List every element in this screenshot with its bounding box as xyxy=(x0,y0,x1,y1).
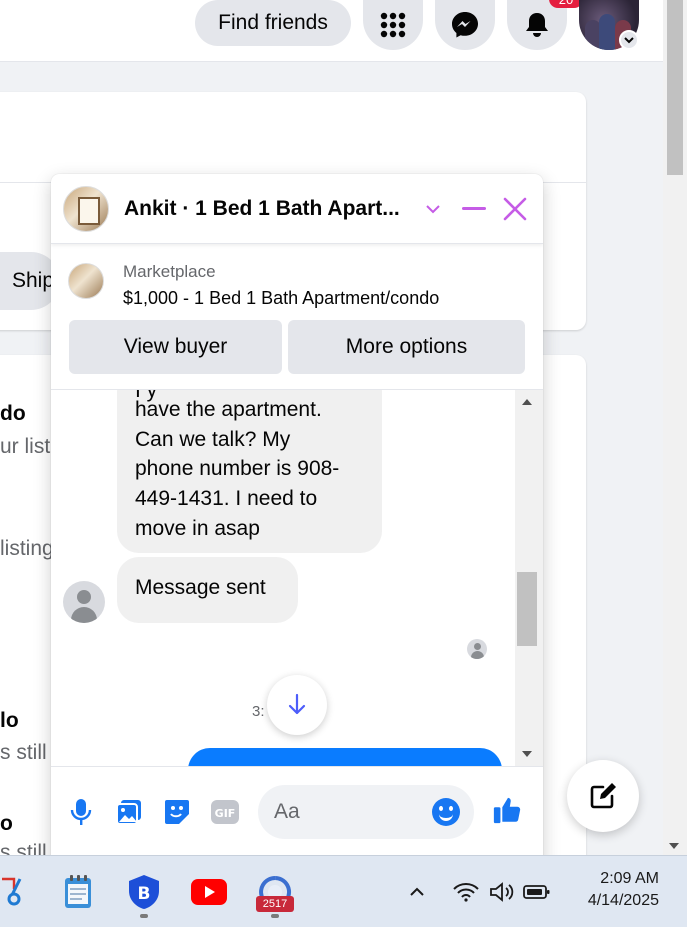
listing-title-partial: do xyxy=(0,402,26,425)
messenger-button[interactable] xyxy=(435,0,495,50)
notepad-app-icon[interactable] xyxy=(60,874,96,910)
message-list[interactable]: I y have the apartment. Can we talk? My … xyxy=(51,390,543,766)
message-line: 449-1431. I need to xyxy=(135,487,318,510)
chat-window: Ankit · 1 Bed 1 Bath Apart... Marketplac… xyxy=(51,174,543,874)
scroll-up-arrow-icon[interactable] xyxy=(522,399,532,405)
marketplace-label: Marketplace xyxy=(123,262,216,281)
emoji-icon[interactable] xyxy=(432,798,460,826)
battery-status[interactable] xyxy=(522,874,552,910)
snipping-tool-icon[interactable] xyxy=(0,874,30,910)
message-text: Message sent xyxy=(135,576,266,599)
incoming-message-bubble[interactable]: I y have the apartment. Can we talk? My … xyxy=(117,390,382,553)
running-indicator xyxy=(140,914,148,918)
listing-title-partial: lo xyxy=(0,709,19,732)
clock-date: 4/14/2025 xyxy=(587,892,659,909)
svg-text:B: B xyxy=(138,884,151,904)
seen-indicator-avatar xyxy=(467,639,487,659)
battery-icon xyxy=(523,885,550,899)
scissors-icon xyxy=(2,877,22,906)
listing-subtitle-partial: ur list xyxy=(0,435,51,458)
message-line: have the apartment. xyxy=(135,398,322,421)
sender-avatar[interactable] xyxy=(63,581,105,623)
attach-photo-button[interactable] xyxy=(114,797,144,827)
chat-options-button[interactable] xyxy=(418,194,448,224)
listing-title[interactable]: $1,000 - 1 Bed 1 Bath Apartment/condo xyxy=(123,288,439,309)
listing-thumbnail[interactable] xyxy=(68,263,104,299)
like-button[interactable] xyxy=(492,795,522,825)
youtube-app-icon[interactable] xyxy=(191,874,227,910)
gif-icon: GIF xyxy=(211,800,239,824)
chat-avatar[interactable] xyxy=(63,186,109,232)
wifi-status[interactable] xyxy=(452,874,480,910)
chat-title[interactable]: Ankit · 1 Bed 1 Bath Apart... xyxy=(124,197,414,221)
minimize-chat-button[interactable] xyxy=(459,194,489,224)
minimize-icon xyxy=(462,207,486,210)
volume-status[interactable] xyxy=(488,874,516,910)
sticker-button[interactable] xyxy=(162,797,192,827)
speaker-icon xyxy=(490,882,514,902)
youtube-icon xyxy=(191,879,227,905)
browser-app-icon[interactable]: B xyxy=(126,874,162,910)
compose-icon xyxy=(590,783,616,809)
chevron-down-icon xyxy=(624,37,634,44)
view-buyer-button[interactable]: View buyer xyxy=(69,320,282,374)
bell-icon xyxy=(526,13,548,37)
close-chat-button[interactable] xyxy=(500,194,530,224)
sticker-icon xyxy=(165,800,189,824)
photo-icon xyxy=(116,800,141,825)
chevron-down-icon xyxy=(426,205,440,214)
chat-scrollbar-thumb[interactable] xyxy=(517,572,537,646)
chat-scrollbar[interactable] xyxy=(515,390,543,766)
listing-subtitle-partial: listing xyxy=(0,537,54,560)
menu-button[interactable] xyxy=(363,0,423,50)
scroll-down-arrow-icon[interactable] xyxy=(522,751,532,757)
microphone-icon xyxy=(70,799,92,825)
chat-header[interactable]: Ankit · 1 Bed 1 Bath Apart... xyxy=(51,174,543,244)
listing-title-partial: o xyxy=(0,812,13,835)
windows-taskbar: B 2517 2:09 AM 4/14/2025 xyxy=(0,855,687,927)
find-friends-button[interactable]: Find friends xyxy=(195,0,351,46)
account-menu-caret[interactable] xyxy=(619,30,639,50)
message-timestamp: 3: xyxy=(252,703,265,720)
messenger-icon xyxy=(452,12,478,38)
wifi-icon xyxy=(453,883,479,902)
marketplace-banner: Marketplace $1,000 - 1 Bed 1 Bath Apartm… xyxy=(51,246,543,390)
svg-text:GIF: GIF xyxy=(215,807,236,820)
new-message-button[interactable] xyxy=(567,760,639,832)
voice-clip-button[interactable] xyxy=(66,797,96,827)
notification-badge: 20 xyxy=(549,0,583,8)
scroll-to-bottom-button[interactable] xyxy=(267,675,327,735)
thumbs-up-icon xyxy=(493,797,521,824)
page-scrollbar-thumb[interactable] xyxy=(667,0,683,175)
close-icon xyxy=(503,197,527,221)
show-hidden-icons-button[interactable] xyxy=(402,874,432,910)
running-indicator xyxy=(271,914,279,918)
page-scrollbar[interactable] xyxy=(663,0,687,855)
app-badge-count: 2517 xyxy=(256,896,294,912)
message-line: Can we talk? My xyxy=(135,428,291,451)
message-line: phone number is 908- xyxy=(135,457,340,480)
shield-browser-icon: B xyxy=(129,875,159,909)
grid-menu-icon xyxy=(380,12,406,38)
incoming-message-bubble[interactable]: Message sent xyxy=(117,557,298,623)
more-options-button[interactable]: More options xyxy=(288,320,525,374)
chevron-up-icon xyxy=(410,887,424,896)
scroll-down-arrow-icon[interactable] xyxy=(669,843,679,849)
outgoing-message-bubble[interactable] xyxy=(188,748,502,766)
message-input-placeholder: Aa xyxy=(274,800,300,823)
gif-button[interactable]: GIF xyxy=(210,797,240,827)
message-input[interactable]: Aa xyxy=(258,785,474,839)
arrow-down-icon xyxy=(288,693,306,715)
system-clock[interactable]: 2:09 AM 4/14/2025 xyxy=(588,868,659,912)
message-line: move in asap xyxy=(135,517,260,540)
clock-time: 2:09 AM xyxy=(600,870,659,887)
notepad-icon xyxy=(65,875,91,908)
top-navigation-bar: Find friends 20 xyxy=(0,0,663,62)
